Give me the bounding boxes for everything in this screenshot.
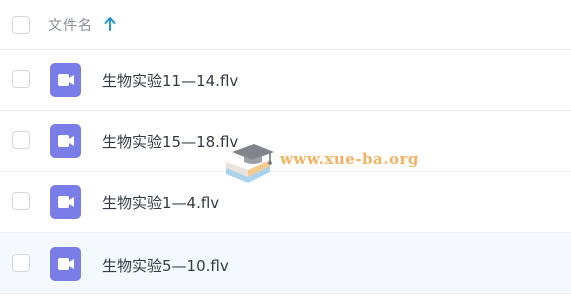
arrow-up-icon[interactable]	[104, 16, 116, 32]
graduation-cap-books-logo	[226, 144, 274, 183]
column-title-filename[interactable]: 文件名	[48, 15, 93, 35]
file-checkbox[interactable]	[12, 70, 30, 88]
file-list-header: 文件名	[0, 0, 571, 50]
file-name[interactable]: 生物实验11—14.flv	[102, 70, 238, 91]
select-all-checkbox[interactable]	[12, 16, 30, 34]
file-checkbox[interactable]	[12, 131, 30, 149]
file-checkbox[interactable]	[12, 254, 30, 272]
video-file-icon	[50, 124, 81, 158]
watermark-text: www.xue-ba.org	[280, 150, 419, 168]
file-checkbox[interactable]	[12, 192, 30, 210]
file-list: 文件名 生物实验11—14.flv 生物实验15—18.flv 生物实验1—4.…	[0, 0, 571, 306]
file-name[interactable]: 生物实验5—10.flv	[102, 255, 229, 276]
video-file-icon	[50, 185, 81, 219]
video-file-icon	[50, 63, 81, 97]
file-row[interactable]: 生物实验5—10.flv	[0, 233, 571, 294]
file-name[interactable]: 生物实验1—4.flv	[102, 192, 219, 213]
file-row[interactable]: 生物实验11—14.flv	[0, 50, 571, 111]
video-file-icon	[50, 247, 81, 281]
watermark: www.xue-ba.org	[222, 136, 422, 192]
file-name[interactable]: 生物实验15—18.flv	[102, 131, 238, 152]
